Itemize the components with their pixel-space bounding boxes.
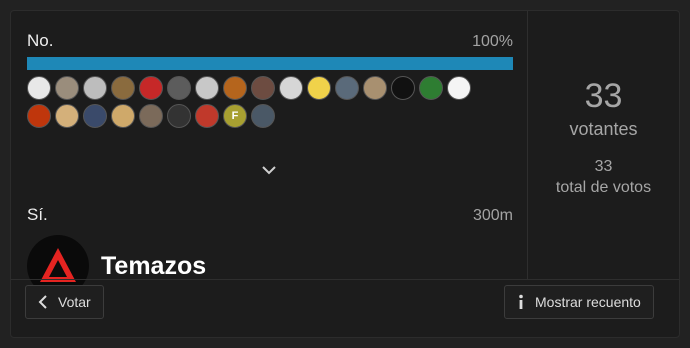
- blue-avatar[interactable]: [83, 104, 107, 128]
- cartoon-avatar[interactable]: [307, 76, 331, 100]
- poll-info: 33 votantes 33 total de votos: [528, 11, 679, 279]
- phone-avatar[interactable]: [447, 76, 471, 100]
- badge-avatar[interactable]: [335, 76, 359, 100]
- show-count-label: Mostrar recuento: [535, 294, 641, 310]
- votes-label: total de votos: [555, 179, 652, 196]
- show-count-button[interactable]: Mostrar recuento: [504, 285, 654, 319]
- letter-avatar[interactable]: F: [223, 104, 247, 128]
- owl-avatar[interactable]: [55, 104, 79, 128]
- vote-button[interactable]: Votar: [25, 285, 104, 319]
- vote-button-label: Votar: [58, 294, 91, 310]
- dark-figure-avatar[interactable]: [167, 76, 191, 100]
- option-label: Sí.: [27, 205, 48, 224]
- portrait-avatar[interactable]: [363, 76, 387, 100]
- sketch-avatar[interactable]: [83, 76, 107, 100]
- monkey-avatar[interactable]: [139, 104, 163, 128]
- option-link-text[interactable]: 300m: [473, 207, 513, 225]
- option-bar-fill: [27, 57, 513, 70]
- option-label: No.: [27, 31, 54, 50]
- dog-avatar[interactable]: [111, 104, 135, 128]
- green-avatar[interactable]: [419, 76, 443, 100]
- voters-label: votantes: [569, 119, 638, 139]
- info-icon: [519, 294, 523, 309]
- car-avatar[interactable]: [251, 104, 275, 128]
- option-percentage: 100%: [472, 33, 513, 50]
- red-figure-avatar[interactable]: [139, 76, 163, 100]
- guitar-avatar[interactable]: [223, 76, 247, 100]
- chevron-down-icon: [262, 166, 276, 175]
- clock-avatar[interactable]: [27, 76, 51, 100]
- poll-results: No. 100% F Sí. 300m Temazos: [27, 31, 513, 297]
- embed-title[interactable]: Temazos: [101, 252, 206, 281]
- animal-avatar[interactable]: [111, 76, 135, 100]
- person-avatar[interactable]: [55, 76, 79, 100]
- option-bar: [27, 57, 513, 70]
- rabbit-avatar[interactable]: [279, 76, 303, 100]
- emblem-avatar[interactable]: [167, 104, 191, 128]
- voters-count: 33: [584, 77, 623, 115]
- expand-voters-button[interactable]: [254, 159, 284, 181]
- chevron-left-icon: [38, 295, 47, 309]
- sunset-avatar[interactable]: [27, 104, 51, 128]
- divider: [11, 279, 679, 280]
- poll-option-no: No. 100%: [27, 31, 513, 51]
- voter-avatars: F: [27, 76, 497, 128]
- cowboy-avatar[interactable]: [195, 104, 219, 128]
- poll-option-si: Sí. 300m Temazos: [27, 205, 513, 297]
- votes-count: 33: [594, 158, 613, 175]
- cat-avatar[interactable]: [251, 76, 275, 100]
- eye-avatar[interactable]: [195, 76, 219, 100]
- skull-avatar[interactable]: [391, 76, 415, 100]
